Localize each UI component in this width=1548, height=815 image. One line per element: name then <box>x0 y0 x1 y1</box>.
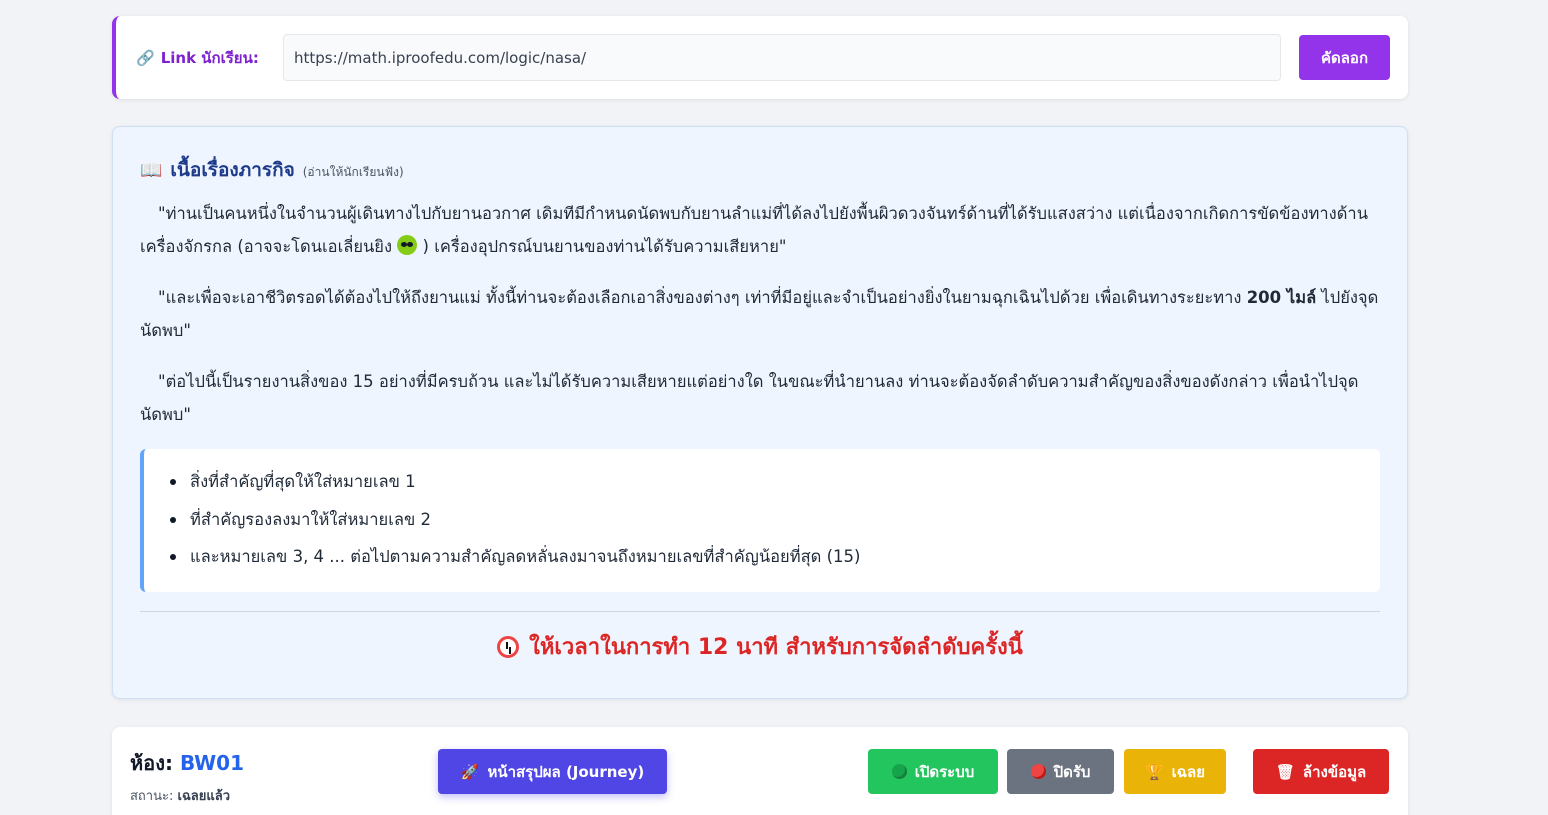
list-item: และหมายเลข 3, 4 ... ต่อไปตามความสำคัญลดห… <box>170 538 1380 576</box>
journey-summary-button[interactable]: 🚀 หน้าสรุปผล (Journey) <box>438 749 667 794</box>
clear-button-label: ล้างข้อมูล <box>1302 762 1367 781</box>
mission-header: 📖 เนื้อเรื่องภารกิจ (อ่านให้นักเรียนฟัง) <box>140 155 1380 185</box>
room-code: BW01 <box>179 751 244 775</box>
green-circle-icon <box>891 764 907 779</box>
alien-icon <box>397 235 418 255</box>
list-item: สิ่งที่สำคัญที่สุดให้ใส่หมายเลข 1 <box>170 463 1380 501</box>
room-control-bar: ห้อง: BW01 สถานะ: เฉลยแล้ว 🚀 หน้าสรุปผล … <box>112 727 1408 815</box>
close-submissions-button[interactable]: ปิดรับ <box>1007 749 1114 794</box>
room-label: ห้อง: <box>130 751 173 775</box>
clear-data-button[interactable]: 🗑 ล้างข้อมูล <box>1253 749 1389 794</box>
answer-button-label: เฉลย <box>1171 762 1205 781</box>
trash-icon: 🗑 <box>1275 762 1295 781</box>
story-paragraph-3: "ต่อไปนี้เป็นรายงานสิ่งของ 15 อย่างที่มี… <box>140 372 1359 424</box>
journey-button-label: หน้าสรุปผล (Journey) <box>487 762 645 781</box>
student-link-label-group: 🔗 Link นักเรียน: <box>136 46 283 70</box>
open-system-button[interactable]: เปิดระบบ <box>868 749 998 794</box>
ranking-rules-list: สิ่งที่สำคัญที่สุดให้ใส่หมายเลข 1 ที่สำค… <box>170 463 1380 576</box>
mission-subtitle: (อ่านให้นักเรียนฟัง) <box>302 165 404 179</box>
story-paragraph-1: "ท่านเป็นคนหนึ่งในจำนวนผู้เดินทางไปกับยา… <box>140 197 1380 263</box>
copy-button[interactable]: คัดลอก <box>1299 35 1390 80</box>
alarm-clock-icon <box>497 635 520 658</box>
mission-title: เนื้อเรื่องภารกิจ <box>170 159 295 181</box>
mission-story-card: 📖 เนื้อเรื่องภารกิจ (อ่านให้นักเรียนฟัง)… <box>112 126 1408 699</box>
time-limit-text: ให้เวลาในการทำ 12 นาที สำหรับการจัดลำดับ… <box>529 635 1023 660</box>
status-value: เฉลยแล้ว <box>177 789 231 804</box>
close-button-label: ปิดรับ <box>1053 762 1091 781</box>
student-link-bar: 🔗 Link นักเรียน: คัดลอก <box>112 16 1408 99</box>
reveal-answer-button[interactable]: 🏆 เฉลย <box>1124 749 1226 794</box>
distance-value: 200 ไมล์ <box>1246 288 1317 307</box>
rocket-icon: 🚀 <box>460 762 480 781</box>
story-paragraph-2: "และเพื่อจะเอาชีวิตรอดได้ต้องไปให้ถึงยาน… <box>140 281 1380 347</box>
divider <box>140 611 1380 612</box>
ranking-rules-box: สิ่งที่สำคัญที่สุดให้ใส่หมายเลข 1 ที่สำค… <box>140 449 1380 592</box>
red-circle-icon <box>1030 764 1046 779</box>
book-icon: 📖 <box>140 160 163 181</box>
story-text: ) เครื่องอุปกรณ์บนยานของท่านได้รับความเส… <box>417 237 787 256</box>
link-icon: 🔗 <box>136 48 155 67</box>
student-link-input[interactable] <box>283 34 1281 81</box>
status-label: สถานะ: <box>130 789 174 804</box>
student-link-label: Link นักเรียน: <box>160 48 259 67</box>
open-button-label: เปิดระบบ <box>914 762 975 781</box>
trophy-icon: 🏆 <box>1144 762 1164 781</box>
list-item: ที่สำคัญรองลงมาให้ใส่หมายเลข 2 <box>170 501 1380 539</box>
story-text: "และเพื่อจะเอาชีวิตรอดได้ต้องไปให้ถึงยาน… <box>158 288 1247 307</box>
time-limit-note: ให้เวลาในการทำ 12 นาที สำหรับการจัดลำดับ… <box>140 629 1380 664</box>
